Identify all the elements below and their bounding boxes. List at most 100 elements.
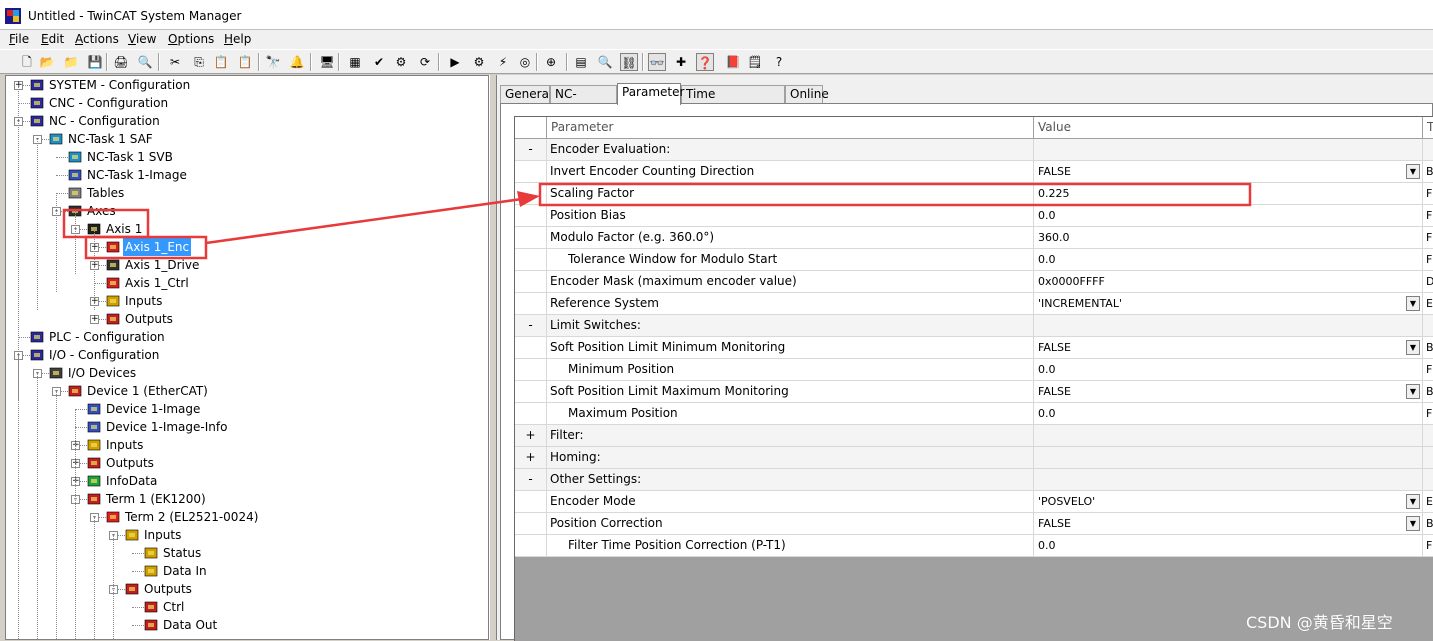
- copy-icon[interactable]: ⎘: [190, 53, 208, 71]
- grid-row[interactable]: Minimum Position 0.0 F: [515, 359, 1433, 381]
- tree-node[interactable]: + SYSTEM - Configuration: [6, 76, 486, 94]
- parameter-value[interactable]: FALSE ▼: [1034, 161, 1423, 182]
- grid-row[interactable]: Reference System 'INCREMENTAL' ▼ E: [515, 293, 1433, 315]
- tree-node[interactable]: Ctrl: [6, 598, 486, 616]
- show-subitems-icon[interactable]: ▤: [572, 53, 590, 71]
- grid-section-row[interactable]: + Homing:: [515, 447, 1433, 469]
- grid-section-row[interactable]: - Encoder Evaluation:: [515, 139, 1433, 161]
- tab-time-compensation[interactable]: Time Compensation: [681, 85, 785, 118]
- grid-section-row[interactable]: - Limit Switches:: [515, 315, 1433, 337]
- scan-icon[interactable]: ⊕: [542, 53, 560, 71]
- grid-row[interactable]: Modulo Factor (e.g. 360.0°) 360.0 F: [515, 227, 1433, 249]
- cut-icon[interactable]: ✂: [166, 53, 184, 71]
- parameter-value[interactable]: 0.0: [1034, 535, 1423, 556]
- tree-node[interactable]: + Axis 1_Drive: [6, 256, 486, 274]
- tree-node[interactable]: Device 1-Image: [6, 400, 486, 418]
- dropdown-arrow-icon[interactable]: ▼: [1406, 384, 1420, 399]
- help-context-icon[interactable]: ❓: [696, 53, 714, 71]
- free-run-icon[interactable]: ⚡: [494, 53, 512, 71]
- menu-actions[interactable]: Actions: [75, 32, 119, 46]
- parameter-value[interactable]: FALSE ▼: [1034, 513, 1423, 534]
- set-run-mode-icon[interactable]: ▶: [446, 53, 464, 71]
- tree-node[interactable]: + Outputs: [6, 310, 486, 328]
- tree-node[interactable]: + InfoData: [6, 472, 486, 490]
- tab-online[interactable]: Online: [785, 85, 829, 104]
- grid-row[interactable]: Soft Position Limit Minimum Monitoring FA…: [515, 337, 1433, 359]
- find-icon[interactable]: 🔭: [264, 53, 282, 71]
- check-config-icon[interactable]: ✔: [370, 53, 388, 71]
- tree-node[interactable]: Device 1-Image-Info: [6, 418, 486, 436]
- parameter-value[interactable]: 0.0: [1034, 205, 1423, 226]
- tab-parameter[interactable]: Parameter: [617, 83, 684, 105]
- grid-row[interactable]: Tolerance Window for Modulo Start 0.0 F: [515, 249, 1433, 271]
- grid-row[interactable]: Filter Time Position Correction (P-T1) 0.…: [515, 535, 1433, 557]
- dropdown-arrow-icon[interactable]: ▼: [1406, 494, 1420, 509]
- configuration-tree[interactable]: + SYSTEM - Configuration CNC - Configurati…: [5, 75, 489, 640]
- dropdown-arrow-icon[interactable]: ▼: [1406, 516, 1420, 531]
- tree-node[interactable]: - NC-Task 1 SAF: [6, 130, 486, 148]
- section-expand-toggle[interactable]: +: [515, 447, 547, 468]
- parameter-value[interactable]: 'INCREMENTAL' ▼: [1034, 293, 1423, 314]
- find-next-icon[interactable]: 🔔: [288, 53, 306, 71]
- tree-node[interactable]: - I/O - Configuration: [6, 346, 486, 364]
- tree-node[interactable]: - NC - Configuration: [6, 112, 486, 130]
- tree-node[interactable]: PLC - Configuration: [6, 328, 486, 346]
- tree-node[interactable]: + Inputs: [6, 436, 486, 454]
- pane-splitter[interactable]: [489, 75, 497, 640]
- tree-node[interactable]: Tables: [6, 184, 486, 202]
- parameter-value[interactable]: 0.225: [1034, 183, 1423, 204]
- tree-node[interactable]: + Axis 1_Enc: [6, 238, 486, 256]
- grid-row[interactable]: Maximum Position 0.0 F: [515, 403, 1433, 425]
- parameter-value[interactable]: 0.0: [1034, 359, 1423, 380]
- tree-node[interactable]: Data Out: [6, 616, 486, 634]
- notepad-icon[interactable]: 🗒: [746, 53, 764, 71]
- restart-icon[interactable]: ⟳: [416, 53, 434, 71]
- save-icon[interactable]: 💾: [86, 53, 104, 71]
- grid-row[interactable]: Invert Encoder Counting Direction FALSE ▼ B: [515, 161, 1433, 183]
- parameter-value[interactable]: 'POSVELO' ▼: [1034, 491, 1423, 512]
- tree-node[interactable]: - Axis 1: [6, 220, 486, 238]
- print-preview-icon[interactable]: 🔍: [136, 53, 154, 71]
- column-header-type[interactable]: T: [1423, 117, 1433, 138]
- grid-row[interactable]: Scaling Factor 0.225 F: [515, 183, 1433, 205]
- generate-mappings-icon[interactable]: ▦: [346, 53, 364, 71]
- expand-toggle[interactable]: +: [90, 315, 99, 324]
- book-icon[interactable]: 📕: [724, 53, 742, 71]
- tree-node[interactable]: Axis 1_Ctrl: [6, 274, 486, 292]
- tree-node[interactable]: + Inputs: [6, 292, 486, 310]
- tree-node[interactable]: - Term 1 (EK1200): [6, 490, 486, 508]
- dropdown-arrow-icon[interactable]: ▼: [1406, 296, 1420, 311]
- new-icon[interactable]: 🗋: [18, 53, 36, 71]
- tree-node[interactable]: NC-Task 1-Image: [6, 166, 486, 184]
- open-icon[interactable]: 📂: [38, 53, 56, 71]
- tree-node[interactable]: - I/O Devices: [6, 364, 486, 382]
- column-header-parameter[interactable]: Parameter: [547, 117, 1034, 138]
- menu-help[interactable]: Help: [224, 32, 251, 46]
- parameter-value[interactable]: 360.0: [1034, 227, 1423, 248]
- grid-section-row[interactable]: - Other Settings:: [515, 469, 1433, 491]
- column-header-expander[interactable]: [515, 117, 547, 138]
- menu-file[interactable]: File: [9, 32, 29, 46]
- section-expand-toggle[interactable]: +: [515, 425, 547, 446]
- parameter-value[interactable]: FALSE ▼: [1034, 337, 1423, 358]
- grid-row[interactable]: Encoder Mode 'POSVELO' ▼ E: [515, 491, 1433, 513]
- column-header-value[interactable]: Value: [1034, 117, 1423, 138]
- tree-node[interactable]: - Term 2 (EL2521-0024): [6, 508, 486, 526]
- grid-row[interactable]: Position Bias 0.0 F: [515, 205, 1433, 227]
- tab-general[interactable]: General: [500, 85, 552, 104]
- open-folder-icon[interactable]: 📁: [62, 53, 80, 71]
- zoom-icon[interactable]: 🔍: [596, 53, 614, 71]
- tree-node[interactable]: - Outputs: [6, 580, 486, 598]
- activate-config-icon[interactable]: ⚙: [392, 53, 410, 71]
- section-collapse-toggle[interactable]: -: [515, 315, 547, 336]
- tab-nc-encoder[interactable]: NC-Encoder: [550, 85, 617, 118]
- tree-node[interactable]: - Device 1 (EtherCAT): [6, 382, 486, 400]
- section-collapse-toggle[interactable]: -: [515, 139, 547, 160]
- menu-options[interactable]: Options: [168, 32, 214, 46]
- grid-section-row[interactable]: + Filter:: [515, 425, 1433, 447]
- paste-icon[interactable]: 📋: [212, 53, 230, 71]
- section-collapse-toggle[interactable]: -: [515, 469, 547, 490]
- goggles-icon[interactable]: 👓: [648, 53, 666, 71]
- menu-view[interactable]: View: [128, 32, 156, 46]
- dropdown-arrow-icon[interactable]: ▼: [1406, 164, 1420, 179]
